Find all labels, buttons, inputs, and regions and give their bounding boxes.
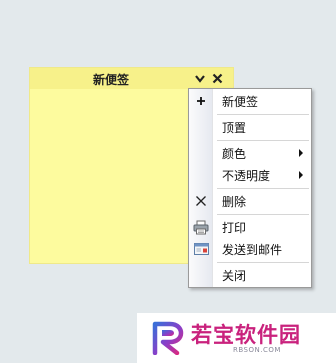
menu-item-label: 打印 (222, 221, 247, 235)
menu-item-label: 发送到邮件 (222, 243, 283, 257)
menu-item-label: 顶置 (222, 121, 247, 135)
menu-item-pin-top[interactable]: 顶置 (189, 116, 311, 138)
menu-item-close[interactable]: 关闭 (189, 264, 311, 286)
close-icon (193, 193, 209, 209)
menu-item-label: 新便签 (222, 95, 259, 109)
rbson-logo-icon (152, 321, 184, 355)
menu-item-opacity[interactable]: 不透明度 (189, 164, 311, 186)
menu-item-label: 删除 (222, 195, 247, 209)
menu-item-print[interactable]: 打印 (189, 216, 311, 238)
menu-separator (217, 214, 309, 215)
note-title-bar[interactable]: 新便签 (30, 68, 233, 89)
menu-separator (217, 114, 309, 115)
note-title: 新便签 (92, 73, 129, 87)
printer-icon (193, 219, 209, 235)
watermark-logo: 若宝软件园 RBSON.COM (137, 313, 336, 363)
menu-item-color[interactable]: 颜色 (189, 142, 311, 164)
mail-icon (193, 241, 209, 257)
chevron-down-icon[interactable] (194, 74, 206, 84)
menu-item-label: 不透明度 (222, 169, 271, 183)
menu-separator (217, 262, 309, 263)
menu-item-label: 颜色 (222, 147, 247, 161)
submenu-arrow-icon (299, 171, 303, 179)
menu-item-label: 关闭 (222, 269, 247, 283)
menu-item-send-email[interactable]: 发送到邮件 (189, 238, 311, 260)
watermark-url: RBSON.COM (233, 346, 281, 354)
menu-item-delete[interactable]: 删除 (189, 190, 311, 212)
menu-item-new-note[interactable]: 新便签 (189, 90, 311, 112)
close-icon[interactable] (212, 73, 223, 84)
plus-icon (193, 93, 209, 109)
menu-separator (217, 188, 309, 189)
context-menu: 新便签 顶置 颜色 不透明度 删除 打印 发送到邮件 关闭 (188, 88, 312, 288)
submenu-arrow-icon (299, 149, 303, 157)
menu-separator (217, 140, 309, 141)
watermark-name: 若宝软件园 (191, 323, 301, 347)
